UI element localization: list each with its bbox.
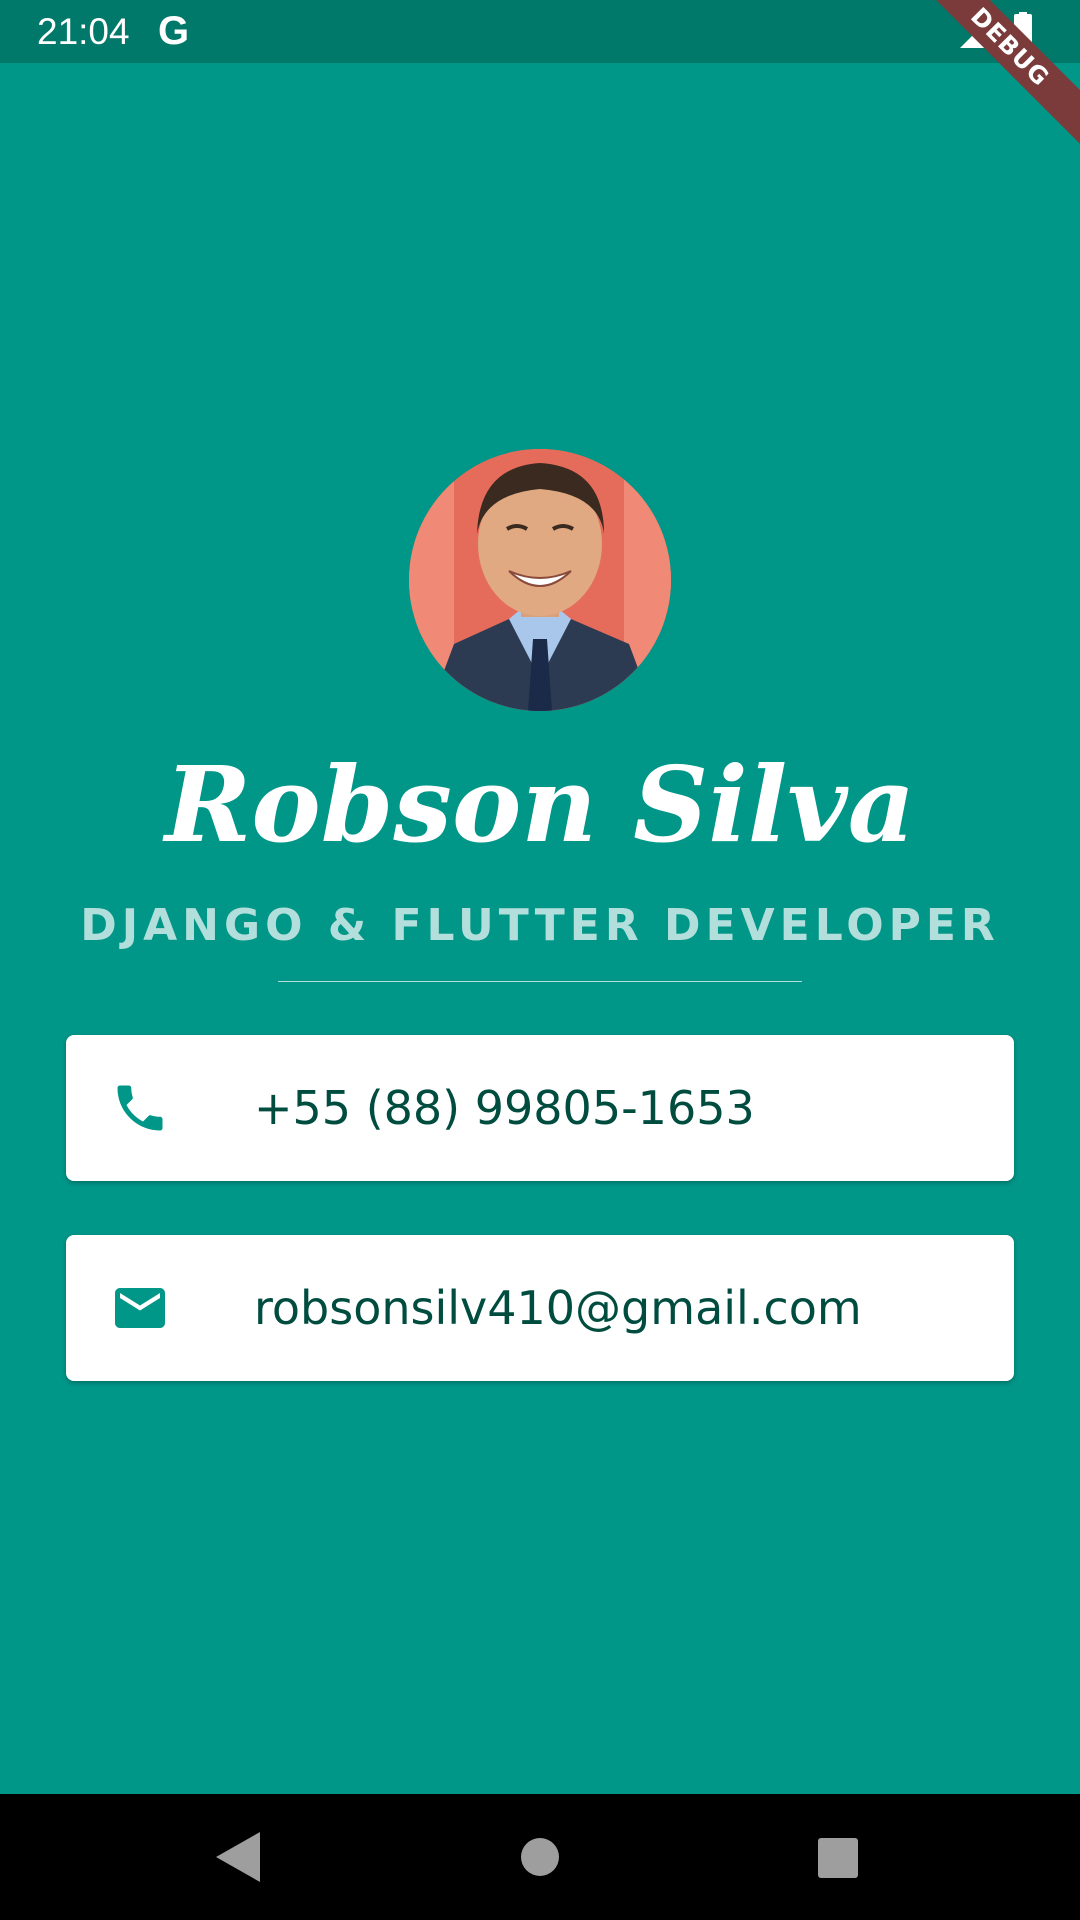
google-icon: G — [158, 9, 190, 53]
mail-icon — [115, 1288, 165, 1328]
recent-apps-icon[interactable] — [818, 1838, 858, 1878]
avatar-image — [409, 449, 671, 711]
email-address: robsonsilv410@gmail.com — [254, 1281, 862, 1335]
phone-card[interactable]: +55 (88) 99805-1653 — [66, 1035, 1014, 1181]
phone-number: +55 (88) 99805-1653 — [254, 1081, 755, 1135]
divider — [278, 981, 802, 982]
email-card[interactable]: robsonsilv410@gmail.com — [66, 1235, 1014, 1381]
back-icon[interactable] — [216, 1832, 260, 1882]
screen: 21:04 G DEBUG Robson Silva DJANGO & FLUT… — [0, 0, 1080, 1920]
profile-title: DJANGO & FLUTTER DEVELOPER — [80, 900, 1000, 951]
navigation-bar — [0, 1794, 1080, 1920]
profile-name: Robson Silva — [164, 743, 916, 866]
status-time: 21:04 — [37, 11, 130, 52]
status-bar: 21:04 G — [0, 0, 1080, 63]
avatar — [409, 449, 671, 711]
phone-icon — [117, 1085, 163, 1131]
home-icon[interactable] — [521, 1838, 559, 1876]
